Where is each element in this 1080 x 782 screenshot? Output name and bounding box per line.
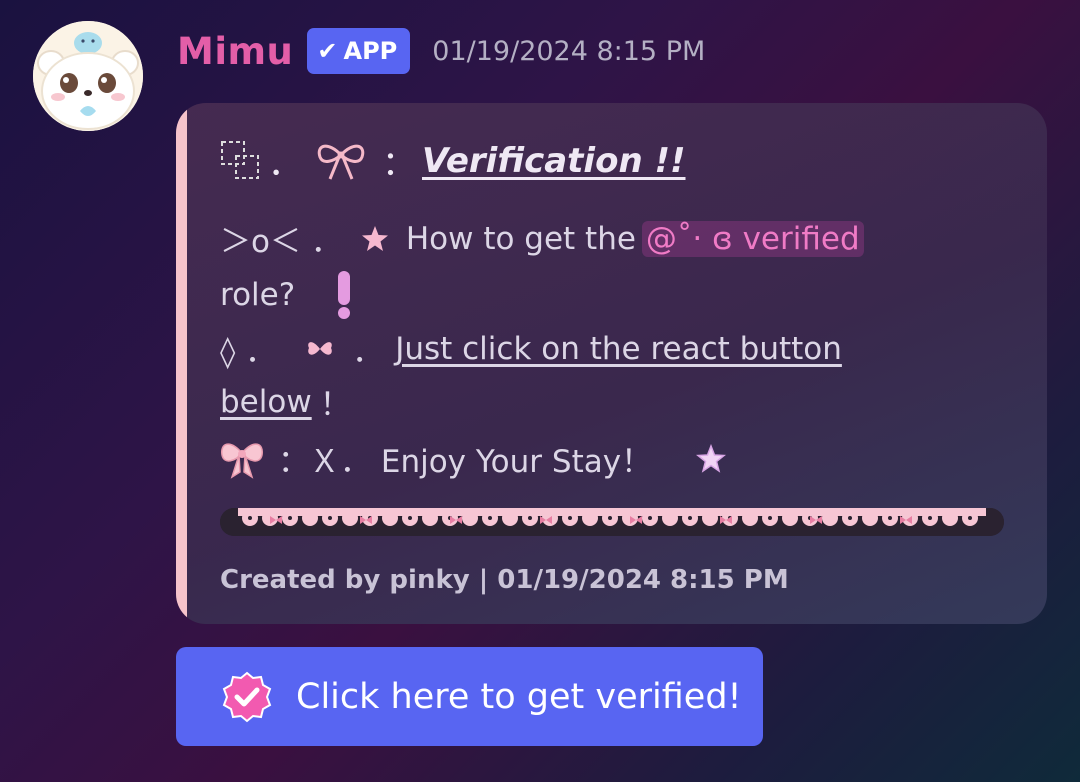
app-badge: ✔ APP: [307, 28, 411, 74]
bot-avatar[interactable]: [33, 21, 143, 131]
embed-line-3: ◊ ． ． Just click on the react button: [220, 326, 842, 371]
app-badge-label: APP: [343, 37, 398, 65]
line1-text: How to get the: [405, 220, 636, 257]
embed-line-2: role?: [220, 269, 353, 321]
line1-prefix: ＞o＜ ．: [220, 224, 342, 260]
message-header: Mimu ✔ APP 01/19/2024 8:15 PM: [177, 28, 705, 74]
embed-line-5: ：Ｘ． Enjoy Your Stay！: [220, 436, 727, 481]
react-instruction-link-cont[interactable]: below: [220, 384, 312, 420]
pink-bow-icon: [220, 439, 264, 479]
get-verified-button[interactable]: Click here to get verified!: [176, 647, 763, 746]
sparkle-star-icon: [696, 443, 727, 474]
embed-title: ． ： Verification !!: [220, 136, 686, 185]
bear-avatar-icon: [33, 21, 143, 131]
line4-suffix: ！: [319, 387, 351, 423]
get-verified-button-label: Click here to get verified!: [296, 676, 742, 717]
message-timestamp[interactable]: 01/19/2024 8:15 PM: [432, 36, 705, 67]
embed-footer: Created by pinky | 01/19/2024 8:15 PM: [220, 565, 789, 595]
embed-title-text[interactable]: Verification !!: [422, 141, 686, 181]
lace-divider-image: [220, 508, 1004, 536]
react-instruction-link[interactable]: Just click on the react button: [395, 331, 842, 367]
title-separator: ：: [382, 144, 416, 184]
line5-text: ：Ｘ． Enjoy Your Stay！: [278, 444, 653, 480]
line2-text: role?: [220, 277, 296, 313]
role-mention[interactable]: @˚· ɞ verified: [641, 220, 864, 257]
dashed-squares-icon: [220, 140, 262, 182]
lace-border-icon: [220, 508, 1004, 536]
exclamation-icon: [335, 269, 353, 321]
ribbon-icon: [314, 139, 368, 183]
line3-dot: ．: [352, 334, 384, 370]
title-dot: ．: [268, 144, 302, 184]
line3-prefix: ◊ ．: [220, 334, 277, 370]
embed-card: ． ： Verification !! ＞o＜ ． How to get the…: [176, 103, 1047, 624]
butterfly-icon: [306, 338, 334, 360]
pink-star-icon: [360, 224, 390, 254]
embed-line-1: ＞o＜ ． How to get the @˚· ɞ verified: [220, 216, 864, 261]
verified-badge-icon: [220, 670, 274, 724]
username[interactable]: Mimu: [177, 30, 293, 73]
embed-accent-bar: [176, 103, 187, 624]
embed-line-4: below ！: [220, 379, 351, 424]
checkmark-icon: ✔: [317, 37, 338, 65]
